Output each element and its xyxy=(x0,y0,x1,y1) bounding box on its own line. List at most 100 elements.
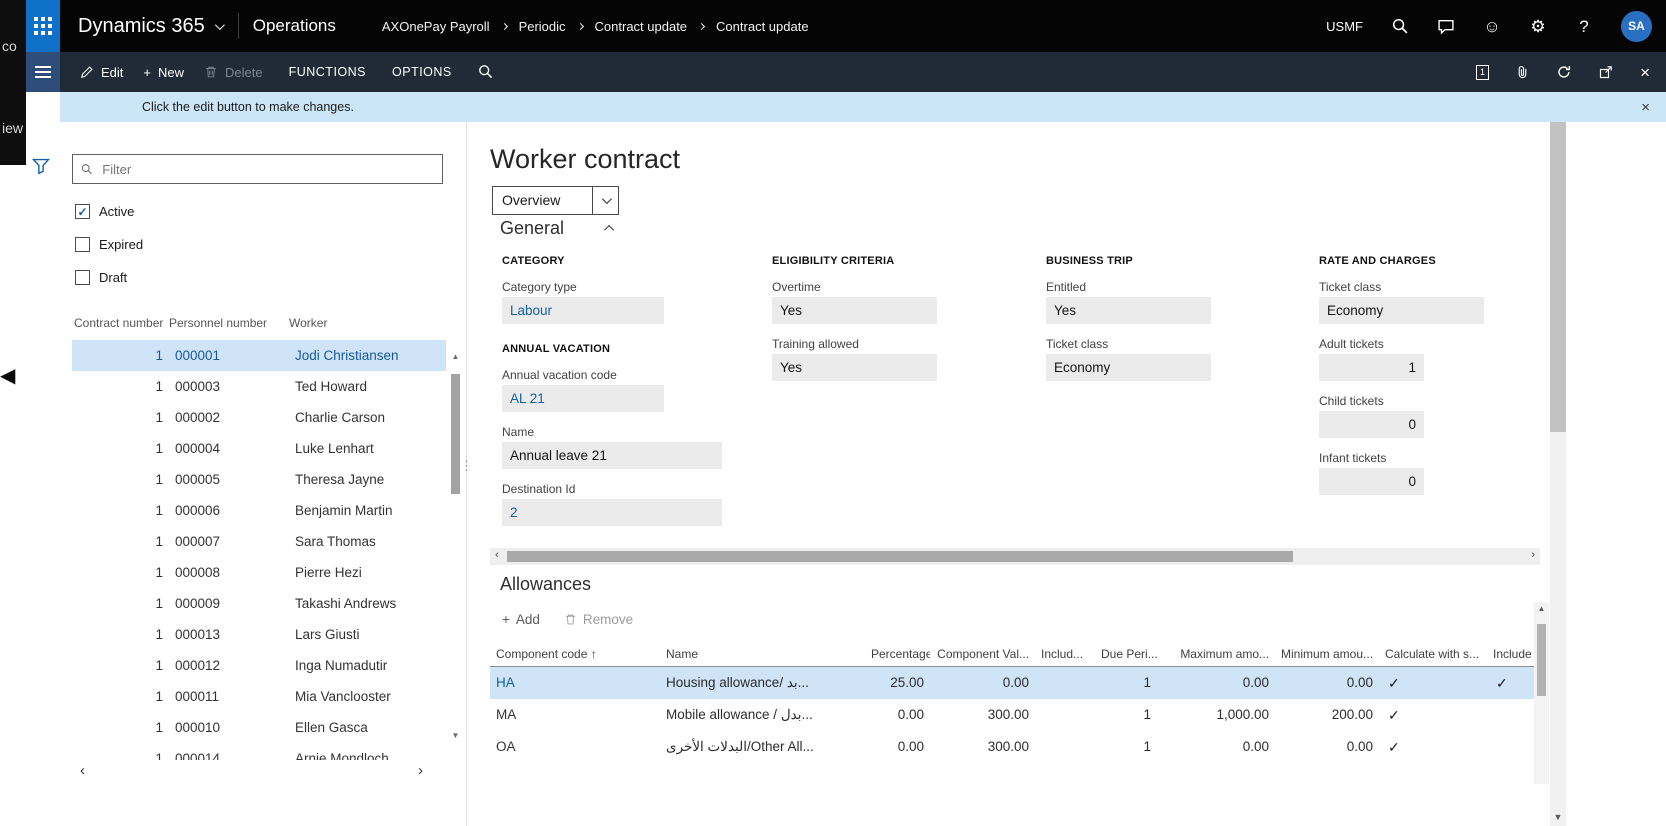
functions-menu[interactable]: FUNCTIONS xyxy=(289,65,366,79)
column-header-calculate-with[interactable]: Calculate with s... xyxy=(1379,642,1487,666)
scrollbar-thumb[interactable] xyxy=(1537,624,1546,696)
overtime-field[interactable]: Yes xyxy=(772,297,937,324)
scroll-right-icon[interactable]: › xyxy=(1531,549,1535,561)
add-button[interactable]: + Add xyxy=(502,612,540,627)
view-selector-dropdown-button[interactable] xyxy=(592,187,618,214)
settings-gear-icon[interactable]: ⚙ xyxy=(1529,17,1547,35)
annual-vacation-code-field[interactable]: AL 21 xyxy=(502,385,664,412)
breadcrumb-item-current[interactable]: Contract update xyxy=(716,19,809,34)
column-header-due-period[interactable]: Due Peri... xyxy=(1095,642,1157,666)
scroll-left-icon[interactable]: ‹ xyxy=(80,762,85,779)
breadcrumb-item-area[interactable]: Periodic xyxy=(519,19,566,34)
feedback-message-icon[interactable] xyxy=(1437,17,1455,35)
allowances-section-header[interactable]: Allowances xyxy=(500,574,591,595)
scroll-down-icon[interactable]: ▼ xyxy=(1550,812,1566,822)
checkbox-active[interactable]: ✓ Active xyxy=(75,204,134,219)
smiley-feedback-icon[interactable]: ☺ xyxy=(1483,17,1501,35)
trip-ticket-class-field[interactable]: Economy xyxy=(1046,354,1211,381)
dynamics-365-menu[interactable]: Dynamics 365 xyxy=(78,15,222,38)
worker-row[interactable]: 1000012Inga Numadutir xyxy=(72,650,446,681)
filter-input[interactable] xyxy=(100,161,434,178)
scrollbar-thumb[interactable] xyxy=(451,374,460,494)
message-bar-close-icon[interactable]: × xyxy=(1641,99,1650,116)
close-page-icon[interactable]: × xyxy=(1640,64,1650,81)
app-launcher-waffle-icon[interactable] xyxy=(26,0,60,52)
allowance-row[interactable]: HA Housing allowance/ بد... 25.00 0.00 1… xyxy=(490,667,1538,699)
allowances-scrollbar[interactable]: ▲ xyxy=(1534,602,1549,784)
column-header-include[interactable]: Include xyxy=(1487,642,1538,666)
help-icon[interactable]: ? xyxy=(1575,17,1593,35)
name-field[interactable]: Annual leave 21 xyxy=(502,442,722,469)
column-header-personnel-number[interactable]: Personnel number xyxy=(167,314,287,332)
refresh-icon[interactable] xyxy=(1556,64,1572,80)
column-header-included[interactable]: Includ... xyxy=(1035,642,1095,666)
company-selector[interactable]: USMF xyxy=(1326,19,1363,34)
open-in-new-window-icon[interactable] xyxy=(1598,64,1614,80)
worker-row[interactable]: 1000004Luke Lenhart xyxy=(72,433,446,464)
entitled-field[interactable]: Yes xyxy=(1046,297,1211,324)
top-navigation-bar: Dynamics 365 Operations AXOnePay Payroll… xyxy=(0,0,1666,52)
edit-button[interactable]: Edit xyxy=(80,65,123,80)
details-horizontal-scrollbar[interactable]: ‹ › xyxy=(490,548,1540,565)
view-selector-value[interactable]: Overview xyxy=(493,187,592,214)
training-allowed-field[interactable]: Yes xyxy=(772,354,937,381)
allowance-row[interactable]: MA Mobile allowance / بدل... 0.00 300.00… xyxy=(490,699,1538,731)
worker-list-scrollbar[interactable]: ▲ ▼ xyxy=(448,350,463,742)
column-header-name[interactable]: Name xyxy=(660,642,865,666)
worker-row[interactable]: 1000001Jodi Christiansen xyxy=(72,340,446,371)
general-section-header[interactable]: General xyxy=(500,218,614,239)
action-search-icon[interactable] xyxy=(478,64,494,80)
worker-row[interactable]: 1000014Arnie Mondloch xyxy=(72,743,446,760)
collapse-pane-arrow-icon[interactable]: ◀ xyxy=(0,366,15,386)
adult-tickets-field[interactable]: 1 xyxy=(1319,354,1424,381)
column-header-worker[interactable]: Worker xyxy=(287,314,446,332)
breadcrumb-item-module[interactable]: AXOnePay Payroll xyxy=(382,19,490,34)
filter-funnel-icon[interactable] xyxy=(32,158,50,180)
options-menu[interactable]: OPTIONS xyxy=(392,65,452,79)
column-header-component-value[interactable]: Component Val... xyxy=(930,642,1035,666)
scrollbar-thumb[interactable] xyxy=(1550,102,1566,432)
attachments-paperclip-icon[interactable] xyxy=(1515,64,1530,80)
panel-splitter[interactable] xyxy=(466,122,467,826)
worker-row[interactable]: 1000010Ellen Gasca xyxy=(72,712,446,743)
child-tickets-field[interactable]: 0 xyxy=(1319,411,1424,438)
worker-row[interactable]: 1000005Theresa Jayne xyxy=(72,464,446,495)
breadcrumb-item-page[interactable]: Contract update xyxy=(595,19,688,34)
navigation-pane-toggle[interactable] xyxy=(26,52,60,92)
scroll-right-icon[interactable]: › xyxy=(418,762,423,779)
worker-row[interactable]: 1000011Mia Vanclooster xyxy=(72,681,446,712)
infant-tickets-field[interactable]: 0 xyxy=(1319,468,1424,495)
remove-button[interactable]: Remove xyxy=(564,612,633,627)
scroll-up-icon[interactable]: ▲ xyxy=(448,352,463,361)
worker-row[interactable]: 1000002Charlie Carson xyxy=(72,402,446,433)
column-header-minimum-amount[interactable]: Minimum amou... xyxy=(1275,642,1379,666)
scroll-down-icon[interactable]: ▼ xyxy=(448,731,463,740)
main-vertical-scrollbar[interactable]: ▲ ▼ xyxy=(1550,78,1566,826)
worker-row[interactable]: 1000007Sara Thomas xyxy=(72,526,446,557)
checkbox-draft[interactable]: Draft xyxy=(75,270,127,285)
worker-row[interactable]: 1000003Ted Howard xyxy=(72,371,446,402)
column-header-component-code[interactable]: Component code ↑ xyxy=(490,642,660,666)
checkbox-expired[interactable]: Expired xyxy=(75,237,143,252)
column-header-percentage[interactable]: Percentage xyxy=(865,642,930,666)
category-type-field[interactable]: Labour xyxy=(502,297,664,324)
user-avatar[interactable]: SA xyxy=(1621,11,1652,42)
scrollbar-thumb[interactable] xyxy=(507,551,1293,562)
document-count-icon[interactable]: 1 xyxy=(1476,65,1489,80)
worker-row[interactable]: 1000006Benjamin Martin xyxy=(72,495,446,526)
worker-row[interactable]: 1000008Pierre Hezi xyxy=(72,557,446,588)
new-button[interactable]: + New xyxy=(143,65,184,80)
search-icon[interactable] xyxy=(1391,17,1409,35)
header-divider xyxy=(238,13,239,39)
rate-ticket-class-field[interactable]: Economy xyxy=(1319,297,1484,324)
column-header-contract-number[interactable]: Contract number xyxy=(72,314,167,332)
allowance-row[interactable]: OA البدلات الأخرى/Other All... 0.00 300.… xyxy=(490,731,1538,763)
scroll-left-icon[interactable]: ‹ xyxy=(495,549,499,561)
scroll-up-icon[interactable]: ▲ xyxy=(1534,604,1549,613)
delete-button[interactable]: Delete xyxy=(204,65,263,80)
worker-row[interactable]: 1000013Lars Giusti xyxy=(72,619,446,650)
destination-id-field[interactable]: 2 xyxy=(502,499,722,526)
action-pane-right-icons: 1 × xyxy=(1476,64,1666,81)
worker-row[interactable]: 1000009Takashi Andrews xyxy=(72,588,446,619)
column-header-maximum-amount[interactable]: Maximum amo... xyxy=(1157,642,1275,666)
